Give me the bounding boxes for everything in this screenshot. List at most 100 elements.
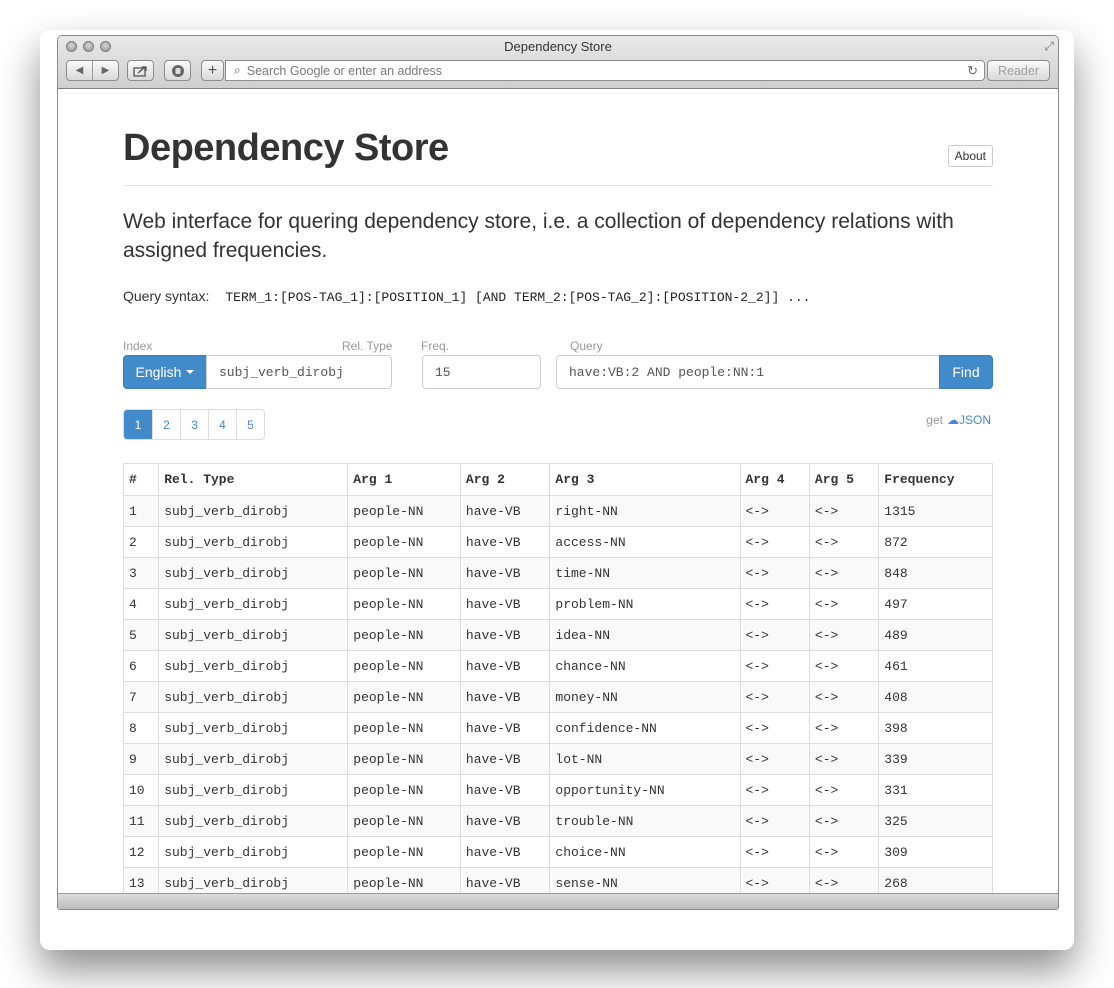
table-cell: have-VB bbox=[459, 681, 551, 713]
table-cell: subj_verb_dirobj bbox=[158, 712, 349, 744]
pagination: 12345 bbox=[123, 409, 265, 440]
page-link-3[interactable]: 3 bbox=[180, 410, 208, 439]
column-header[interactable]: Arg 3 bbox=[549, 463, 741, 496]
table-row: 7 subj_verb_dirobj people-NN have-VB money-N… bbox=[122, 681, 993, 713]
table-cell: <-> bbox=[739, 805, 810, 837]
column-header[interactable]: Arg 4 bbox=[739, 463, 810, 496]
table-row: 6 subj_verb_dirobj people-NN have-VB chance-… bbox=[122, 650, 993, 682]
table-cell: subj_verb_dirobj bbox=[158, 774, 349, 806]
table-cell: people-NN bbox=[347, 743, 461, 775]
page-link-4[interactable]: 4 bbox=[208, 410, 236, 439]
table-cell: have-VB bbox=[459, 588, 551, 620]
index-label: Index bbox=[123, 339, 153, 353]
index-dropdown-label: English bbox=[135, 364, 182, 380]
table-cell: have-VB bbox=[459, 650, 551, 682]
column-header[interactable]: # bbox=[122, 463, 160, 496]
table-cell: people-NN bbox=[347, 526, 461, 558]
table-cell: 309 bbox=[878, 836, 993, 868]
table-cell: <-> bbox=[808, 619, 880, 651]
table-cell: <-> bbox=[739, 495, 810, 527]
cloud-download-icon: ☁ bbox=[946, 413, 959, 427]
table-cell: 4 bbox=[122, 588, 160, 620]
window-title: Dependency Store bbox=[504, 39, 612, 54]
table-cell: <-> bbox=[808, 681, 880, 713]
find-button[interactable]: Find bbox=[939, 355, 993, 389]
query-syntax-code: TERM_1:[POS-TAG_1]:[POSITION_1] [AND TER… bbox=[225, 290, 811, 305]
about-button[interactable]: About bbox=[947, 145, 993, 167]
reader-button[interactable]: Reader bbox=[987, 60, 1050, 81]
table-cell: <-> bbox=[808, 774, 880, 806]
back-button[interactable]: ◀ bbox=[67, 65, 92, 76]
table-row: 13 subj_verb_dirobj people-NN have-VB sense-… bbox=[122, 867, 993, 894]
forward-button[interactable]: ▶ bbox=[93, 65, 118, 76]
table-cell: time-NN bbox=[549, 557, 741, 589]
reltype-input[interactable]: subj_verb_dirobj bbox=[206, 355, 392, 389]
table-cell: have-VB bbox=[459, 526, 551, 558]
table-cell: subj_verb_dirobj bbox=[158, 805, 349, 837]
table-cell: 1315 bbox=[878, 495, 993, 527]
address-bar[interactable]: ⌕ Search Google or enter an address ↻ bbox=[225, 60, 985, 81]
table-cell: <-> bbox=[808, 588, 880, 620]
fullscreen-icon[interactable]: ⤢ bbox=[1044, 39, 1054, 54]
query-syntax: Query syntax: TERM_1:[POS-TAG_1]:[POSITIO… bbox=[123, 288, 810, 305]
column-header[interactable]: Frequency bbox=[878, 463, 993, 496]
table-cell: <-> bbox=[739, 743, 810, 775]
share-button[interactable] bbox=[127, 60, 154, 81]
query-label: Query bbox=[570, 339, 603, 353]
table-row: 10 subj_verb_dirobj people-NN have-VB opport… bbox=[122, 774, 993, 806]
table-cell: 11 bbox=[122, 805, 160, 837]
freq-input[interactable]: 15 bbox=[422, 355, 541, 389]
table-cell: 2 bbox=[122, 526, 160, 558]
reload-icon[interactable]: ↻ bbox=[967, 63, 978, 79]
table-cell: <-> bbox=[739, 681, 810, 713]
table-row: 11 subj_verb_dirobj people-NN have-VB troubl… bbox=[122, 805, 993, 837]
table-cell: people-NN bbox=[347, 619, 461, 651]
column-header[interactable]: Arg 1 bbox=[347, 463, 461, 496]
table-cell: people-NN bbox=[347, 774, 461, 806]
index-dropdown[interactable]: English bbox=[123, 355, 207, 389]
page-link-2[interactable]: 2 bbox=[152, 410, 180, 439]
page-link-5[interactable]: 5 bbox=[236, 410, 264, 439]
column-header[interactable]: Arg 2 bbox=[459, 463, 551, 496]
column-header[interactable]: Rel. Type bbox=[158, 463, 349, 496]
table-cell: have-VB bbox=[459, 774, 551, 806]
table-cell: subj_verb_dirobj bbox=[158, 588, 349, 620]
share-icon bbox=[133, 65, 147, 77]
table-cell: subj_verb_dirobj bbox=[158, 650, 349, 682]
table-cell: 9 bbox=[122, 743, 160, 775]
page-title: Dependency Store bbox=[123, 127, 449, 169]
table-cell: idea-NN bbox=[549, 619, 741, 651]
table-cell: lot-NN bbox=[549, 743, 741, 775]
table-cell: <-> bbox=[808, 836, 880, 868]
browser-window: Dependency Store ⤢ ◀ ▶ + ⌕ Search Google… bbox=[57, 35, 1059, 910]
table-cell: people-NN bbox=[347, 867, 461, 894]
header-divider bbox=[123, 185, 993, 186]
column-header[interactable]: Arg 5 bbox=[808, 463, 880, 496]
get-json-prefix: get bbox=[926, 413, 943, 427]
query-input[interactable]: have:VB:2 AND people:NN:1 bbox=[556, 355, 940, 389]
table-cell: subj_verb_dirobj bbox=[158, 867, 349, 894]
table-cell: 1 bbox=[122, 495, 160, 527]
table-cell: 461 bbox=[878, 650, 993, 682]
table-cell: chance-NN bbox=[549, 650, 741, 682]
table-cell: <-> bbox=[739, 774, 810, 806]
table-row: 8 subj_verb_dirobj people-NN have-VB confide… bbox=[122, 712, 993, 744]
page-link-1[interactable]: 1 bbox=[124, 410, 152, 439]
json-link[interactable]: JSON bbox=[959, 413, 991, 427]
table-cell: subj_verb_dirobj bbox=[158, 743, 349, 775]
table-cell: <-> bbox=[739, 867, 810, 894]
search-icon: ⌕ bbox=[234, 63, 241, 77]
table-cell: money-NN bbox=[549, 681, 741, 713]
privacy-button[interactable] bbox=[164, 60, 191, 81]
table-cell: <-> bbox=[739, 557, 810, 589]
table-cell: <-> bbox=[808, 743, 880, 775]
table-cell: subj_verb_dirobj bbox=[158, 557, 349, 589]
table-row: 2 subj_verb_dirobj people-NN have-VB access-… bbox=[122, 526, 993, 558]
table-cell: 331 bbox=[878, 774, 993, 806]
table-cell: sense-NN bbox=[549, 867, 741, 894]
page-content: Dependency Store About Web interface for… bbox=[58, 89, 1058, 894]
table-cell: 13 bbox=[122, 867, 160, 894]
add-bookmark-button[interactable]: + bbox=[201, 60, 224, 81]
table-cell: 12 bbox=[122, 836, 160, 868]
table-cell: have-VB bbox=[459, 867, 551, 894]
